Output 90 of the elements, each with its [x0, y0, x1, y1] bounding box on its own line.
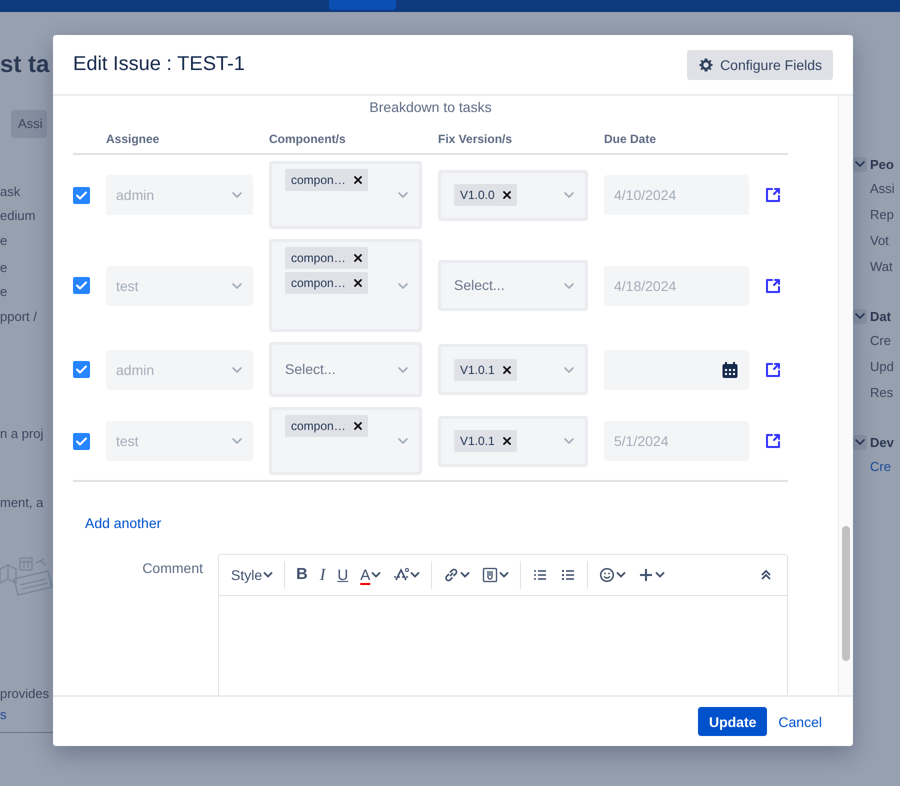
checkmark-icon: [76, 190, 87, 200]
settings-icon: [698, 56, 714, 72]
smiley-icon: [599, 567, 616, 583]
underline-button[interactable]: U: [332, 561, 354, 589]
external-link-icon[interactable]: [765, 187, 781, 203]
field-label: Rep: [869, 206, 895, 224]
section-title: Dat: [870, 308, 891, 324]
scrollbar-thumb[interactable]: [842, 526, 850, 661]
remove-icon: [354, 279, 362, 287]
component-tag[interactable]: compon…: [285, 169, 368, 191]
external-link-icon[interactable]: [765, 433, 781, 449]
paperclip-icon: [482, 567, 498, 583]
checkbox[interactable]: [73, 277, 90, 294]
remove-icon: [502, 366, 511, 374]
remove-icon: [354, 176, 362, 184]
component-select[interactable]: Select...: [269, 342, 422, 397]
update-button[interactable]: Update: [698, 707, 768, 736]
version-select[interactable]: V1.0.1: [438, 344, 588, 395]
calendar-icon[interactable]: [721, 360, 739, 378]
text-color-button[interactable]: A: [355, 561, 386, 589]
plus-icon: [638, 567, 654, 583]
component-tag[interactable]: compon…: [285, 247, 368, 269]
field-value: e: [0, 259, 8, 277]
external-link-icon[interactable]: [765, 278, 781, 294]
component-select[interactable]: compon… compon…: [269, 239, 422, 332]
select-placeholder: Select...: [454, 276, 505, 295]
field-label: Wat: [869, 258, 894, 276]
bullet-list-icon: [532, 567, 548, 583]
field-value: e: [0, 283, 8, 301]
section-title: Peo: [870, 156, 894, 172]
text-format-icon: [393, 567, 410, 583]
remove-icon: [502, 437, 511, 445]
external-link-icon[interactable]: [765, 362, 781, 378]
field-value: ment, a: [0, 494, 44, 512]
column-header: Fix Version/s: [438, 131, 514, 148]
checkmark-icon: [76, 365, 87, 374]
chevron-icon: [563, 435, 575, 447]
checkmark-icon: [76, 436, 87, 446]
field-value: ask: [0, 183, 20, 201]
remove-icon: [354, 254, 362, 262]
component-tag[interactable]: compon…: [285, 415, 368, 437]
field-label: Cre: [869, 332, 892, 350]
checkbox[interactable]: [73, 361, 90, 378]
version-tag[interactable]: V1.0.1: [454, 358, 517, 380]
field-value: provides: [0, 685, 50, 703]
field-value: n a proj: [0, 425, 44, 443]
dialog-title: Edit Issue : TEST-1: [73, 53, 245, 76]
component-select[interactable]: compon…: [269, 407, 422, 475]
field-label: Vot: [869, 232, 890, 250]
configure-fields-button[interactable]: Configure Fields: [687, 50, 833, 80]
field-value: e: [0, 232, 8, 250]
bold-button[interactable]: B: [291, 561, 313, 589]
field-value: pport /: [0, 308, 37, 326]
checkmark-icon: [76, 281, 87, 290]
link-icon: [443, 567, 460, 583]
chevron-icon: [397, 189, 409, 201]
chevron-icon: [231, 435, 243, 447]
field-label: Upd: [869, 358, 895, 376]
component-select[interactable]: compon…: [269, 161, 422, 229]
page-title: st ta: [0, 50, 50, 80]
field-value: edium: [0, 207, 36, 225]
version-tag[interactable]: V1.0.1: [454, 430, 517, 452]
checkbox[interactable]: [73, 432, 90, 450]
remove-icon: [502, 191, 511, 199]
numbered-list-icon: [560, 567, 576, 583]
column-header: Due Date: [604, 131, 658, 148]
component-tag[interactable]: compon…: [285, 272, 368, 294]
version-select[interactable]: Select...: [438, 260, 588, 311]
italic-button[interactable]: I: [314, 561, 330, 589]
chevron-icon: [231, 189, 243, 201]
column-header: Component/s: [269, 131, 347, 148]
section-title: Dev: [870, 434, 894, 450]
date-field[interactable]: [604, 350, 749, 390]
field-label: Comment: [141, 559, 203, 578]
version-select[interactable]: V1.0.1: [438, 416, 588, 466]
field-label: Res: [869, 384, 894, 402]
style-dropdown[interactable]: Style: [226, 561, 278, 589]
select-placeholder: Select...: [285, 360, 336, 379]
field-label: Assi: [869, 180, 896, 198]
add-another-link[interactable]: Add another: [85, 514, 162, 532]
checkbox[interactable]: [73, 186, 90, 204]
column-header: Assignee: [106, 131, 160, 148]
section-title: Breakdown to tasks: [368, 98, 493, 117]
cancel-link[interactable]: Cancel: [778, 714, 822, 730]
chevron-icon: [397, 435, 409, 447]
remove-icon: [354, 422, 362, 430]
chevron-icon: [563, 189, 575, 201]
scrollbar[interactable]: [838, 96, 853, 695]
version-tag[interactable]: V1.0.0: [454, 184, 517, 206]
version-select[interactable]: V1.0.0: [438, 170, 588, 220]
